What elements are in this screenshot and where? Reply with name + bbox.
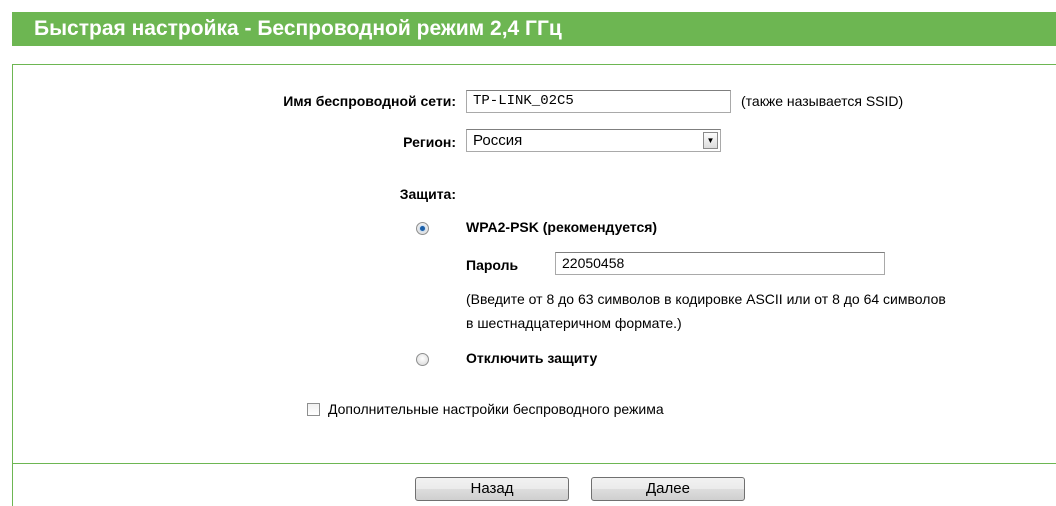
wpa2-radio[interactable]: [416, 222, 429, 235]
password-hint-line2: в шестнадцатеричном формате.): [466, 315, 682, 331]
password-hint-line1: (Введите от 8 до 63 символов в кодировке…: [466, 291, 946, 307]
back-button[interactable]: Назад: [415, 477, 569, 501]
security-label: Защита:: [399, 186, 456, 202]
disable-security-label: Отключить защиту: [466, 350, 598, 366]
quick-setup-wireless-page: Быстрая настройка - Беспроводной режим 2…: [0, 0, 1056, 506]
region-label: Регион:: [403, 134, 456, 150]
advanced-settings-checkbox[interactable]: [307, 403, 320, 416]
page-title: Быстрая настройка - Беспроводной режим 2…: [34, 17, 562, 40]
disable-security-radio[interactable]: [416, 353, 429, 366]
ssid-label: Имя беспроводной сети:: [283, 93, 456, 109]
top-divider: [12, 64, 1056, 65]
bottom-divider: [12, 463, 1056, 464]
next-button[interactable]: Далее: [591, 477, 745, 501]
wpa2-label: WPA2-PSK (рекомендуется): [466, 219, 658, 235]
left-border: [12, 64, 13, 506]
password-input[interactable]: 22050458: [555, 252, 885, 275]
ssid-input[interactable]: TP-LINK_02C5: [466, 90, 731, 113]
advanced-settings-label: Дополнительные настройки беспроводного р…: [328, 401, 664, 417]
page-header: Быстрая настройка - Беспроводной режим 2…: [12, 12, 1056, 46]
region-select[interactable]: Россия ▼: [466, 129, 721, 152]
chevron-down-icon[interactable]: ▼: [703, 132, 718, 149]
password-label: Пароль: [466, 257, 519, 273]
region-selected-value: Россия: [473, 132, 523, 149]
ssid-hint: (также называется SSID): [741, 93, 904, 109]
